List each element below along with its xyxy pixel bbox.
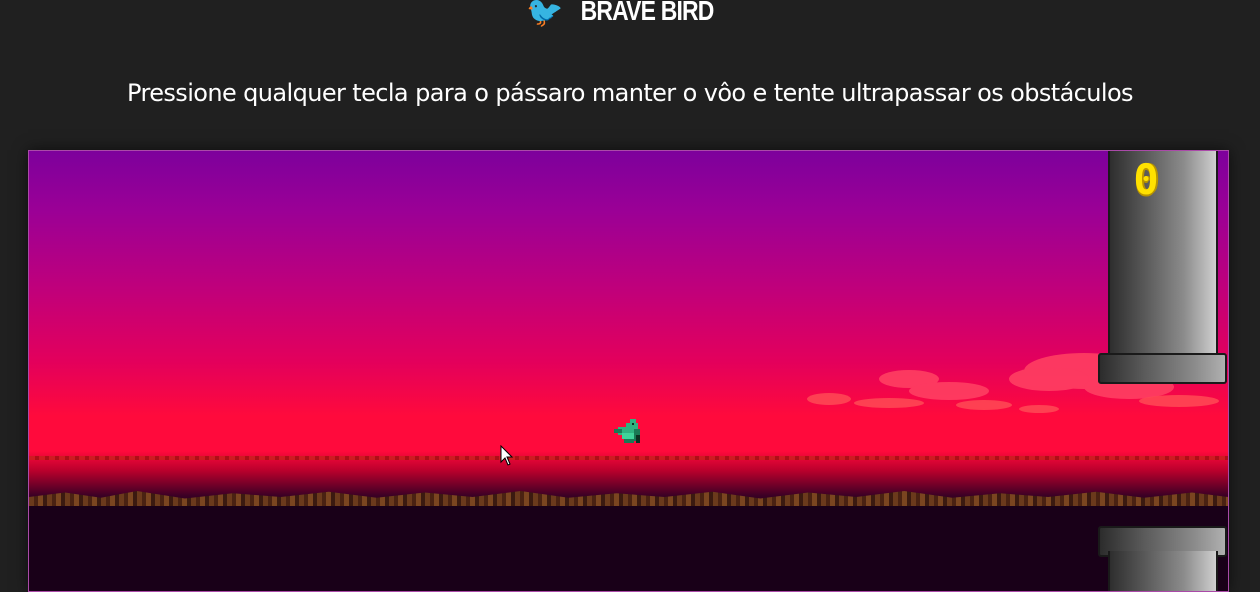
horizon-line — [29, 456, 1228, 460]
mouse-pointer-icon — [500, 445, 514, 466]
bird-icon: 🐦 — [526, 0, 564, 30]
bottom-pipe — [1108, 551, 1218, 591]
clouds — [807, 353, 1219, 413]
header-logo: 🐦 BRAVE BIRD — [0, 0, 1260, 34]
game-canvas[interactable]: 0 — [28, 150, 1229, 592]
instructions-text: Pressione qualquer tecla para o pássaro … — [127, 79, 1133, 107]
top-pipe-cap — [1098, 353, 1227, 384]
pixel-bird-icon — [614, 419, 640, 443]
ground-grass — [29, 491, 1228, 506]
game-title: BRAVE BIRD — [580, 0, 714, 26]
ground — [29, 506, 1228, 591]
score-counter: 0 — [1133, 155, 1159, 204]
